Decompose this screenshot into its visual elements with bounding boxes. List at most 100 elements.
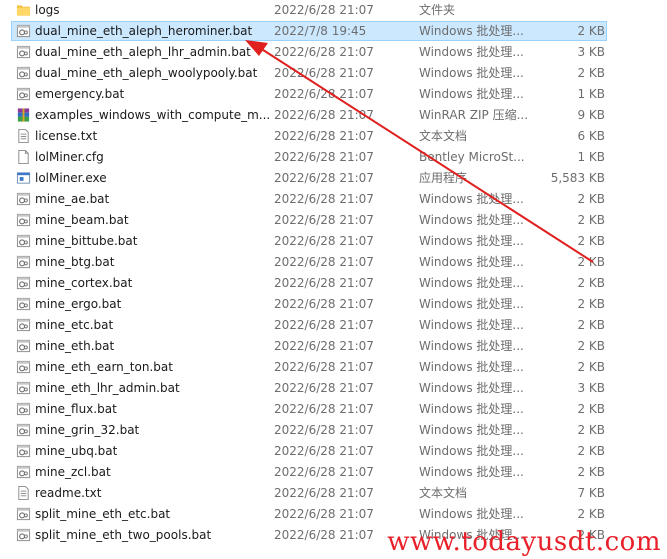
file-date-modified: 2022/6/28 21:07 <box>274 402 374 416</box>
file-size: 7 KB <box>577 486 605 500</box>
file-type: Windows 批处理... <box>419 444 524 458</box>
file-row[interactable]: mine_etc.bat 2022/6/28 21:07 Windows 批处理..… <box>0 315 667 336</box>
file-row[interactable]: mine_btg.bat 2022/6/28 21:07 Windows 批处理..… <box>0 252 667 273</box>
file-size: 2 KB <box>577 192 605 206</box>
file-type: Windows 批处理... <box>419 24 524 38</box>
file-date-modified: 2022/6/28 21:07 <box>274 192 374 206</box>
file-size: 2 KB <box>577 423 605 437</box>
file-name: mine_eth.bat <box>35 339 115 353</box>
file-size: 6 KB <box>577 129 605 143</box>
file-row[interactable]: mine_eth.bat 2022/6/28 21:07 Windows 批处理..… <box>0 336 667 357</box>
file-size: 2 KB <box>577 234 605 248</box>
file-date-modified: 2022/6/28 21:07 <box>274 87 374 101</box>
file-name: mine_beam.bat <box>35 213 129 227</box>
file-name: mine_zcl.bat <box>35 465 111 479</box>
file-row[interactable]: mine_beam.bat 2022/6/28 21:07 Windows 批处理.… <box>0 210 667 231</box>
file-row[interactable]: mine_ergo.bat 2022/6/28 21:07 Windows 批处理.… <box>0 294 667 315</box>
file-row[interactable]: mine_bittube.bat 2022/6/28 21:07 Windows 批… <box>0 231 667 252</box>
file-name: mine_ae.bat <box>35 192 110 206</box>
batch-file-icon <box>16 233 31 249</box>
file-row[interactable]: examples_windows_with_compute_m... 2022/6… <box>0 105 667 126</box>
file-row[interactable]: mine_eth_earn_ton.bat 2022/6/28 21:07 Wind… <box>0 357 667 378</box>
file-date-modified: 2022/6/28 21:07 <box>274 339 374 353</box>
file-type: Windows 批处理... <box>419 318 524 332</box>
file-date-modified: 2022/6/28 21:07 <box>274 66 374 80</box>
file-row[interactable]: mine_flux.bat 2022/6/28 21:07 Windows 批处理.… <box>0 399 667 420</box>
file-type: Windows 批处理... <box>419 213 524 227</box>
file-name: mine_eth_lhr_admin.bat <box>35 381 180 395</box>
file-size: 2 KB <box>577 255 605 269</box>
file-name: dual_mine_eth_aleph_herominer.bat <box>35 24 253 38</box>
file-row[interactable]: split_mine_eth_etc.bat 2022/6/28 21:07 Win… <box>0 504 667 525</box>
batch-file-icon <box>16 338 31 354</box>
file-row[interactable]: emergency.bat 2022/6/28 21:07 Windows 批处理.… <box>0 84 667 105</box>
file-name: mine_grin_32.bat <box>35 423 140 437</box>
file-row[interactable]: mine_eth_lhr_admin.bat 2022/6/28 21:07 Win… <box>0 378 667 399</box>
file-name: mine_btg.bat <box>35 255 115 269</box>
file-row[interactable]: lolMiner.exe 2022/6/28 21:07 应用程序 5,583 KB <box>0 168 667 189</box>
file-date-modified: 2022/6/28 21:07 <box>274 108 374 122</box>
file-row[interactable]: mine_ae.bat 2022/6/28 21:07 Windows 批处理...… <box>0 189 667 210</box>
file-row[interactable]: mine_zcl.bat 2022/6/28 21:07 Windows 批处理..… <box>0 462 667 483</box>
file-name: split_mine_eth_etc.bat <box>35 507 171 521</box>
file-date-modified: 2022/6/28 21:07 <box>274 381 374 395</box>
file-date-modified: 2022/6/28 21:07 <box>274 276 374 290</box>
file-name: license.txt <box>35 129 98 143</box>
file-date-modified: 2022/6/28 21:07 <box>274 255 374 269</box>
file-date-modified: 2022/7/8 19:45 <box>274 24 367 38</box>
file-size: 2 KB <box>577 24 605 38</box>
winrar-archive-icon <box>16 107 31 123</box>
file-row[interactable]: dual_mine_eth_aleph_lhr_admin.bat 2022/6/… <box>0 42 667 63</box>
file-size: 2 KB <box>577 360 605 374</box>
file-row[interactable]: license.txt 2022/6/28 21:07 文本文档 6 KB <box>0 126 667 147</box>
file-name: mine_etc.bat <box>35 318 114 332</box>
file-row[interactable]: readme.txt 2022/6/28 21:07 文本文档 7 KB <box>0 483 667 504</box>
file-size: 2 KB <box>577 213 605 227</box>
file-date-modified: 2022/6/28 21:07 <box>274 360 374 374</box>
file-size: 2 KB <box>577 465 605 479</box>
file-date-modified: 2022/6/28 21:07 <box>274 423 374 437</box>
file-date-modified: 2022/6/28 21:07 <box>274 234 374 248</box>
batch-file-icon <box>16 401 31 417</box>
file-size: 2 KB <box>577 339 605 353</box>
file-name: dual_mine_eth_aleph_lhr_admin.bat <box>35 45 251 59</box>
file-date-modified: 2022/6/28 21:07 <box>274 444 374 458</box>
file-type: 文本文档 <box>419 129 468 143</box>
text-file-icon <box>16 128 31 144</box>
file-name: mine_flux.bat <box>35 402 117 416</box>
file-row[interactable]: dual_mine_eth_aleph_woolypooly.bat 2022/6… <box>0 63 667 84</box>
file-size: 2 KB <box>577 276 605 290</box>
blank-file-icon <box>16 149 31 165</box>
file-name: mine_bittube.bat <box>35 234 138 248</box>
file-row[interactable]: logs 2022/6/28 21:07 文件夹 <box>0 0 667 21</box>
file-size: 2 KB <box>577 507 605 521</box>
file-date-modified: 2022/6/28 21:07 <box>274 45 374 59</box>
file-name: lolMiner.cfg <box>35 150 104 164</box>
batch-file-icon <box>16 359 31 375</box>
batch-file-icon <box>16 296 31 312</box>
file-date-modified: 2022/6/28 21:07 <box>274 297 374 311</box>
file-date-modified: 2022/6/28 21:07 <box>274 150 374 164</box>
file-size: 5,583 KB <box>550 171 605 185</box>
file-row[interactable]: mine_ubq.bat 2022/6/28 21:07 Windows 批处理..… <box>0 441 667 462</box>
file-row[interactable]: mine_grin_32.bat 2022/6/28 21:07 Windows 批… <box>0 420 667 441</box>
file-row[interactable]: dual_mine_eth_aleph_herominer.bat 2022/7/… <box>0 21 667 42</box>
file-date-modified: 2022/6/28 21:07 <box>274 171 374 185</box>
file-size: 2 KB <box>577 66 605 80</box>
file-type: Windows 批处理... <box>419 255 524 269</box>
batch-file-icon <box>16 317 31 333</box>
file-date-modified: 2022/6/28 21:07 <box>274 213 374 227</box>
file-type: Windows 批处理... <box>419 360 524 374</box>
file-type: Windows 批处理... <box>419 192 524 206</box>
file-date-modified: 2022/6/28 21:07 <box>274 528 374 542</box>
file-type: WinRAR ZIP 压缩... <box>419 108 529 122</box>
file-row[interactable]: lolMiner.cfg 2022/6/28 21:07 Bentley Micro… <box>0 147 667 168</box>
file-size: 3 KB <box>577 45 605 59</box>
file-size: 2 KB <box>577 318 605 332</box>
batch-file-icon <box>16 44 31 60</box>
batch-file-icon <box>16 65 31 81</box>
file-size: 9 KB <box>577 108 605 122</box>
file-name: examples_windows_with_compute_m... <box>35 108 271 122</box>
file-row[interactable]: mine_cortex.bat 2022/6/28 21:07 Windows 批处… <box>0 273 667 294</box>
batch-file-icon <box>16 380 31 396</box>
